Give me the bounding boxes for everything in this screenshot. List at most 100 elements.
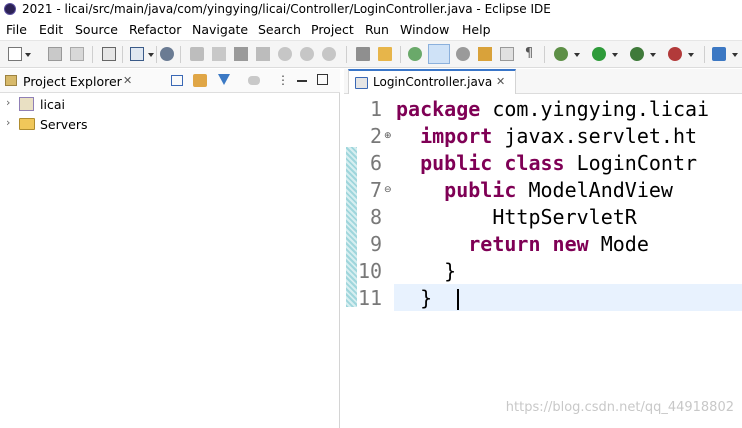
drop-to-frame-icon[interactable]: [356, 47, 370, 61]
code-text: public class LoginContr: [396, 151, 697, 175]
code-line[interactable]: 11 }: [344, 286, 742, 313]
project-explorer-tab[interactable]: Project Explorer ✕ ⋮: [0, 69, 340, 93]
eclipse-logo-icon: [4, 3, 16, 15]
close-icon[interactable]: ✕: [496, 75, 505, 88]
menu-refactor[interactable]: Refactor: [129, 22, 181, 37]
block-selection-icon[interactable]: [456, 47, 470, 61]
run-dropdown-icon[interactable]: [612, 53, 618, 57]
editor-tab-label: LoginController.java: [373, 75, 493, 89]
run-coverage-icon[interactable]: [630, 47, 644, 61]
menu-window[interactable]: Window: [400, 22, 449, 37]
editor-tab-logincontroller[interactable]: LoginController.java ✕: [348, 69, 516, 94]
coverage-dropdown-icon[interactable]: [650, 53, 656, 57]
open-type-icon[interactable]: [478, 47, 492, 61]
folder-icon: [19, 118, 35, 130]
menu-search[interactable]: Search: [258, 22, 301, 37]
step-into-icon[interactable]: [278, 47, 292, 61]
step-over-icon[interactable]: [300, 47, 314, 61]
step-return-icon[interactable]: [322, 47, 336, 61]
code-line[interactable]: 1 package com.yingying.licai: [344, 97, 742, 124]
suspend-icon[interactable]: [212, 47, 226, 61]
show-whitespace-icon[interactable]: ¶: [522, 47, 536, 61]
toggle-breadcrumb-icon[interactable]: [378, 47, 392, 61]
title-bar: 2021 - licai/src/main/java/com/yingying/…: [0, 0, 742, 19]
line-number: 10: [358, 259, 383, 283]
code-token: LoginContr: [564, 151, 698, 175]
close-icon[interactable]: ✕: [123, 74, 132, 87]
disconnect-icon[interactable]: [256, 47, 270, 61]
code-line[interactable]: 6 public class LoginContr: [344, 151, 742, 178]
code-text: import javax.servlet.ht: [396, 124, 697, 148]
java-file-icon: [355, 77, 368, 89]
project-explorer-icon: [5, 75, 17, 86]
skip-breakpoints-icon[interactable]: [160, 47, 174, 61]
code-text: }: [396, 286, 432, 310]
new-java-dropdown-icon[interactable]: [732, 53, 738, 57]
focus-icon[interactable]: [248, 76, 260, 85]
line-number: 1: [369, 97, 382, 121]
code-line[interactable]: 8 HttpServletR: [344, 205, 742, 232]
menu-help[interactable]: Help: [462, 22, 491, 37]
menu-file[interactable]: File: [6, 22, 27, 37]
code-line[interactable]: 10 }: [344, 259, 742, 286]
code-text: }: [396, 259, 456, 283]
code-line[interactable]: 9 return new Mode: [344, 232, 742, 259]
fold-expand-icon[interactable]: ⊕: [384, 131, 392, 141]
chevron-right-icon[interactable]: ›: [6, 116, 10, 129]
new-icon[interactable]: [8, 47, 22, 61]
mark-occurrences-icon[interactable]: [408, 47, 422, 61]
keyword-token: public class: [420, 151, 565, 175]
console-dropdown-icon[interactable]: [148, 53, 154, 57]
code-token: HttpServletR: [396, 205, 637, 229]
code-text: return new Mode: [396, 232, 649, 256]
tree-item-label: Servers: [40, 117, 88, 132]
maximize-icon[interactable]: [317, 74, 328, 85]
binary-icon[interactable]: [102, 47, 116, 61]
run-icon[interactable]: [592, 47, 606, 61]
debug-icon[interactable]: [554, 47, 568, 61]
code-token: com.yingying.licai: [480, 97, 710, 121]
word-wrap-icon[interactable]: [500, 47, 514, 61]
line-number: 6: [369, 151, 382, 175]
new-java-project-icon[interactable]: [712, 47, 726, 61]
tree-item-licai[interactable]: › licai: [0, 94, 330, 114]
code-text: HttpServletR: [396, 205, 637, 229]
external-tools-dropdown-icon[interactable]: [688, 53, 694, 57]
code-line[interactable]: 2 ⊕ import javax.servlet.ht: [344, 124, 742, 151]
new-dropdown-icon[interactable]: [25, 53, 31, 57]
minimize-icon[interactable]: [297, 80, 307, 82]
chevron-right-icon[interactable]: ›: [6, 96, 10, 109]
keyword-token: import: [420, 124, 493, 148]
fold-collapse-icon[interactable]: ⊖: [384, 185, 392, 195]
line-number: 8: [369, 205, 382, 229]
debug-dropdown-icon[interactable]: [574, 53, 580, 57]
save-all-icon[interactable]: [70, 47, 84, 61]
watermark: https://blog.csdn.net/qq_44918802: [505, 400, 734, 415]
view-menu-icon[interactable]: ⋮: [277, 73, 289, 87]
link-with-editor-icon[interactable]: [193, 74, 207, 87]
menu-navigate[interactable]: Navigate: [192, 22, 248, 37]
code-line[interactable]: 7 ⊖ public ModelAndView: [344, 178, 742, 205]
highlight-icon[interactable]: [428, 44, 450, 64]
filter-icon[interactable]: [218, 74, 230, 85]
tree-item-servers[interactable]: › Servers: [0, 114, 330, 134]
terminate-icon[interactable]: [234, 47, 248, 61]
external-tools-icon[interactable]: [668, 47, 682, 61]
line-number: 9: [369, 232, 382, 256]
menu-run[interactable]: Run: [365, 22, 389, 37]
resume-icon[interactable]: [190, 47, 204, 61]
menu-project[interactable]: Project: [311, 22, 354, 37]
save-icon[interactable]: [48, 47, 62, 61]
code-area[interactable]: 1 package com.yingying.licai 2 ⊕ import jav…: [344, 97, 742, 428]
collapse-all-icon[interactable]: [171, 75, 183, 86]
main-toolbar: ¶: [0, 40, 742, 68]
code-token: Mode: [588, 232, 649, 256]
menu-source[interactable]: Source: [75, 22, 118, 37]
code-token: javax.servlet.ht: [492, 124, 698, 148]
keyword-token: public: [444, 178, 517, 202]
keyword-token: package: [396, 97, 481, 121]
console-icon[interactable]: [130, 47, 144, 61]
menu-edit[interactable]: Edit: [39, 22, 63, 37]
